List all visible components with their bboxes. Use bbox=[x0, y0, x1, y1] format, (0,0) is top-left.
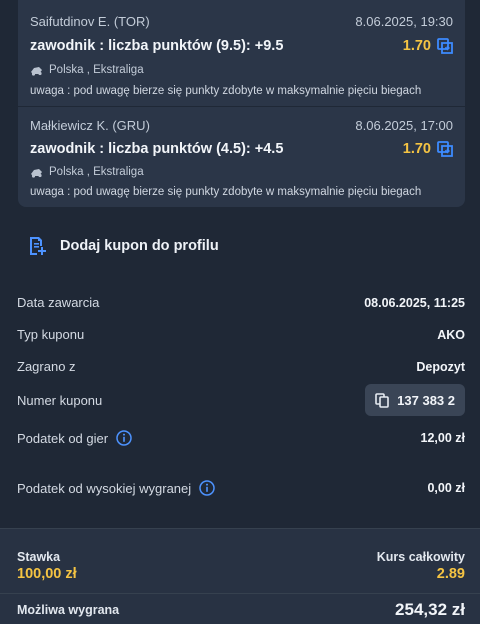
summary-divider bbox=[0, 593, 480, 594]
detail-row-tax: Podatek od gier 12,00 zł bbox=[17, 430, 465, 446]
possible-win-value: 254,32 zł bbox=[395, 600, 465, 619]
copy-icon bbox=[375, 392, 389, 408]
detail-row-date: Data zawarcia 08.06.2025, 11:25 bbox=[17, 295, 465, 310]
bet-note: uwaga : pod uwagę bierze się punkty zdob… bbox=[30, 186, 422, 198]
speedway-icon bbox=[31, 66, 42, 76]
copy-coupon-button[interactable]: 137 383 2 bbox=[365, 384, 465, 416]
speedway-icon bbox=[31, 168, 42, 178]
total-odds-value: 2.89 bbox=[436, 566, 465, 582]
add-coupon-button[interactable]: Dodaj kupon do profilu bbox=[28, 236, 219, 256]
info-icon[interactable] bbox=[199, 480, 215, 496]
bet-list: Saifutdinov E. (TOR) 8.06.2025, 19:30 za… bbox=[18, 0, 465, 207]
bet-datetime: 8.06.2025, 17:00 bbox=[355, 118, 453, 133]
stake-label: Stawka bbox=[17, 550, 61, 564]
detail-label: Numer kuponu bbox=[17, 392, 103, 408]
bet-player: Saifutdinov E. (TOR) bbox=[30, 14, 150, 29]
add-coupon-icon bbox=[30, 237, 46, 255]
bet-odd: 1.70 bbox=[402, 38, 431, 54]
bet-item[interactable]: Saifutdinov E. (TOR) 8.06.2025, 19:30 za… bbox=[18, 0, 465, 107]
detail-label: Zagrano z bbox=[17, 359, 76, 374]
detail-value: 0,00 zł bbox=[427, 481, 465, 495]
detail-row-type: Typ kuponu AKO bbox=[17, 327, 465, 342]
add-coupon-label: Dodaj kupon do profilu bbox=[60, 238, 219, 254]
coupon-number: 137 383 2 bbox=[397, 392, 455, 408]
bet-market: zawodnik : liczba punktów (4.5): +4.5 bbox=[30, 141, 284, 157]
bet-odd: 1.70 bbox=[402, 141, 431, 157]
bet-note: uwaga : pod uwagę bierze się punkty zdob… bbox=[30, 85, 422, 97]
bet-league: Polska , Ekstraliga bbox=[49, 64, 144, 76]
detail-label: Data zawarcia bbox=[17, 295, 100, 310]
bet-market: zawodnik : liczba punktów (9.5): +9.5 bbox=[30, 38, 284, 54]
detail-label: Podatek od wysokiej wygranej bbox=[17, 480, 192, 496]
total-odds-label: Kurs całkowity bbox=[376, 550, 465, 564]
detail-row-high-tax: Podatek od wysokiej wygranej 0,00 zł bbox=[17, 480, 465, 496]
detail-value: 08.06.2025, 11:25 bbox=[364, 295, 465, 310]
stake-value: 100,00 zł bbox=[17, 566, 77, 582]
detail-row-coupon: Numer kuponu 137 383 2 bbox=[17, 384, 465, 416]
detail-label: Typ kuponu bbox=[17, 327, 85, 342]
possible-win-label: Możliwa wygrana bbox=[17, 603, 120, 617]
bet-item[interactable]: Małkiewicz K. (GRU) 8.06.2025, 17:00 zaw… bbox=[18, 107, 465, 207]
coupon-summary: Stawka 100,00 zł Kurs całkowity 2.89 Moż… bbox=[0, 528, 480, 624]
copy-bet-icon[interactable] bbox=[437, 141, 453, 157]
copy-bet-icon[interactable] bbox=[437, 38, 453, 54]
detail-value: AKO bbox=[437, 327, 465, 342]
detail-value: 12,00 zł bbox=[420, 431, 465, 445]
detail-label: Podatek od gier bbox=[17, 430, 109, 446]
detail-row-played: Zagrano z Depozyt bbox=[17, 359, 465, 374]
bet-player: Małkiewicz K. (GRU) bbox=[30, 118, 150, 133]
detail-value: Depozyt bbox=[416, 359, 465, 374]
bet-datetime: 8.06.2025, 19:30 bbox=[355, 14, 453, 29]
info-icon[interactable] bbox=[116, 430, 132, 446]
bet-league: Polska , Ekstraliga bbox=[49, 166, 144, 178]
